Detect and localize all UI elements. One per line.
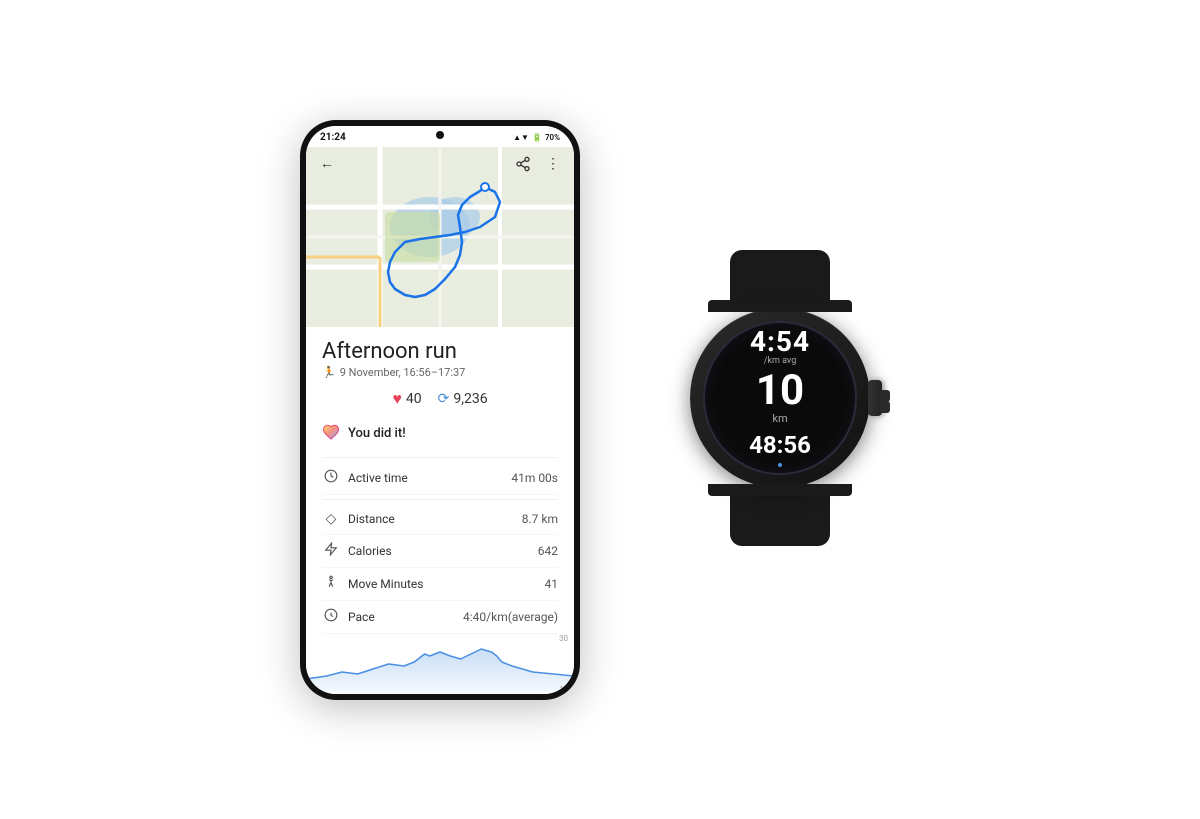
back-button[interactable]: ←: [316, 153, 338, 175]
distance-label: Distance: [348, 512, 395, 526]
distance-value: 8.7 km: [522, 512, 558, 526]
pace-value: 4:40/km(average): [463, 610, 558, 624]
chart-area: 30 15: [306, 634, 574, 694]
watch-distance: 10: [756, 370, 804, 412]
calories-row: Calories 642: [322, 535, 558, 568]
battery-icon: 🔋: [532, 133, 542, 142]
distance-left: ◇ Distance: [322, 511, 395, 527]
watch-device: 4:54 /km avg 10 km 48:56: [660, 250, 900, 570]
more-icon: ⋮: [546, 156, 560, 172]
date-text: 9 November, 16:56–17:37: [340, 366, 466, 379]
pace-left: Pace: [322, 608, 375, 626]
move-minutes-row: Move Minutes 41: [322, 568, 558, 601]
calories-left: Calories: [322, 542, 392, 560]
status-bar: 21:24 ▲▼ 🔋 70%: [306, 126, 574, 147]
watch-crown: [868, 380, 882, 416]
heart-icon: ♥: [392, 389, 402, 409]
steps-icon: ⟳: [438, 391, 450, 407]
pace-row: Pace 4:40/km(average): [322, 601, 558, 634]
activity-date: 🏃 9 November, 16:56–17:37: [322, 366, 558, 379]
watch-time: 48:56: [749, 433, 811, 457]
achievement-row: You did it!: [322, 421, 558, 447]
active-time-left: Active time: [322, 469, 408, 487]
chart-labels: 30 15: [559, 634, 568, 694]
battery-percent: 70%: [545, 133, 560, 142]
pace-label: Pace: [348, 610, 375, 624]
chart-label-15: 15: [559, 685, 568, 694]
watch-pace-label: /km avg: [764, 356, 797, 366]
clock-icon: [322, 469, 340, 487]
watch-pace: 4:54: [750, 328, 810, 356]
active-time-value: 41m 00s: [511, 471, 558, 485]
pace-icon: [322, 608, 340, 626]
status-icons: ▲▼ 🔋 70%: [513, 133, 560, 142]
walk-icon: [322, 575, 340, 593]
punch-hole: [436, 131, 444, 139]
divider-2: [322, 499, 558, 500]
watch-distance-label: km: [772, 412, 787, 425]
chart-label-30: 30: [559, 634, 568, 643]
calories-value: 642: [538, 544, 558, 558]
active-time-row: Active time 41m 00s: [322, 462, 558, 495]
watch-face: 4:54 /km avg 10 km 48:56: [703, 321, 857, 475]
phone-screen: 21:24 ▲▼ 🔋 70%: [306, 126, 574, 694]
map-actions: ⋮: [512, 153, 564, 175]
steps-stat: ⟳ 9,236: [438, 391, 488, 407]
phone-device: 21:24 ▲▼ 🔋 70%: [300, 120, 580, 700]
divider-1: [322, 457, 558, 458]
activity-title: Afternoon run: [322, 339, 558, 364]
achievement-text: You did it!: [348, 426, 406, 441]
watch-dot: [778, 463, 782, 467]
active-time-label: Active time: [348, 471, 408, 485]
calories-label: Calories: [348, 544, 392, 558]
watch-case: 4:54 /km avg 10 km 48:56: [690, 308, 870, 488]
move-minutes-label: Move Minutes: [348, 577, 423, 591]
heart-stat: ♥ 40: [392, 389, 421, 409]
distance-icon: ◇: [322, 511, 340, 527]
activity-content: Afternoon run 🏃 9 November, 16:56–17:37 …: [306, 327, 574, 634]
map-topbar: ← ⋮: [306, 147, 574, 181]
move-minutes-left: Move Minutes: [322, 575, 423, 593]
stats-row: ♥ 40 ⟳ 9,236: [322, 389, 558, 409]
distance-row: ◇ Distance 8.7 km: [322, 504, 558, 535]
status-time: 21:24: [320, 132, 346, 143]
run-icon: 🏃: [322, 366, 336, 379]
share-button[interactable]: [512, 153, 534, 175]
scene: 21:24 ▲▼ 🔋 70%: [0, 0, 1200, 819]
achievement-icon: [322, 423, 340, 445]
back-icon: ←: [320, 155, 334, 172]
move-minutes-value: 41: [545, 577, 559, 591]
steps-count: 9,236: [453, 391, 487, 407]
calories-icon: [322, 542, 340, 560]
more-button[interactable]: ⋮: [542, 153, 564, 175]
heart-count: 40: [406, 391, 422, 407]
wifi-icon: ▲▼: [513, 133, 529, 142]
map-area: ← ⋮: [306, 147, 574, 327]
